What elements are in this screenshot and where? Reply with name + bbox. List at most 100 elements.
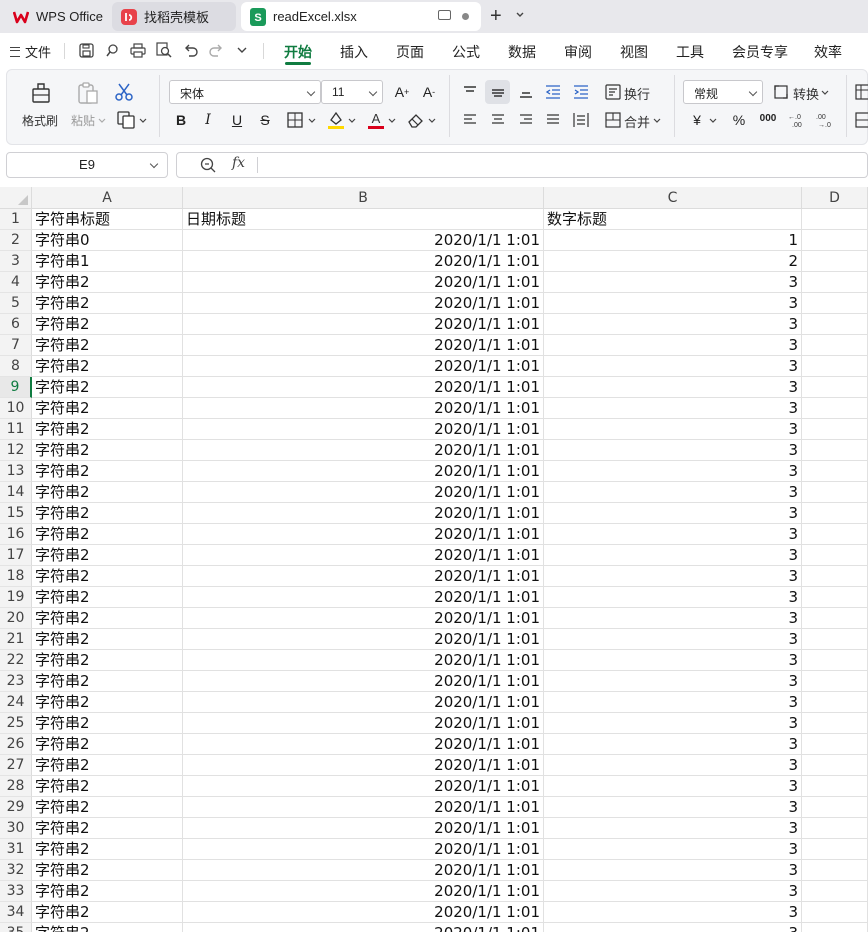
cell-a[interactable]: 字符串2: [32, 860, 183, 881]
insert-function-icon[interactable]: fx: [232, 155, 245, 171]
cell-b[interactable]: 2020/1/1 1:01: [183, 377, 544, 398]
save-icon[interactable]: [77, 41, 95, 59]
percent-button[interactable]: %: [730, 110, 748, 130]
cell-a[interactable]: 字符串2: [32, 734, 183, 755]
cell-d[interactable]: [802, 440, 868, 461]
decrease-indent-icon[interactable]: [543, 82, 563, 102]
decrease-decimal-icon[interactable]: .00 →.0: [813, 110, 835, 130]
row-header[interactable]: 22: [0, 650, 32, 671]
cell-d[interactable]: [802, 881, 868, 902]
cell-c[interactable]: 3: [544, 692, 802, 713]
cell-b[interactable]: 2020/1/1 1:01: [183, 902, 544, 923]
convert-label[interactable]: 转换: [793, 84, 819, 103]
cell-c[interactable]: 3: [544, 566, 802, 587]
wrap-text-label[interactable]: 换行: [624, 84, 650, 103]
cell-d[interactable]: [802, 587, 868, 608]
file-menu[interactable]: 文件: [10, 42, 51, 61]
tab-readexcel[interactable]: S readExcel.xlsx: [241, 2, 481, 31]
align-middle-icon[interactable]: [485, 80, 510, 104]
cell-c[interactable]: 数字标题: [544, 209, 802, 230]
row-header[interactable]: 7: [0, 335, 32, 356]
increase-indent-icon[interactable]: [571, 82, 591, 102]
cell-a[interactable]: 字符串2: [32, 839, 183, 860]
decrease-font-icon[interactable]: A-: [419, 82, 439, 102]
currency-button[interactable]: ¥: [689, 110, 705, 130]
cell-b[interactable]: 2020/1/1 1:01: [183, 314, 544, 335]
cell-c[interactable]: 3: [544, 755, 802, 776]
row-header[interactable]: 6: [0, 314, 32, 335]
cell-a[interactable]: 字符串标题: [32, 209, 183, 230]
distributed-align-icon[interactable]: [571, 110, 591, 130]
cell-d[interactable]: [802, 629, 868, 650]
cell-c[interactable]: 3: [544, 650, 802, 671]
increase-font-icon[interactable]: A +: [392, 82, 412, 102]
cell-c[interactable]: 3: [544, 482, 802, 503]
cell-c[interactable]: 3: [544, 293, 802, 314]
tab-list-chevron-icon[interactable]: [515, 10, 525, 20]
cell-a[interactable]: 字符串2: [32, 755, 183, 776]
paste-chevron-icon[interactable]: [98, 118, 106, 124]
cell-b[interactable]: 2020/1/1 1:01: [183, 629, 544, 650]
cell-b[interactable]: 2020/1/1 1:01: [183, 692, 544, 713]
tab-home[interactable]: 开始: [284, 42, 312, 62]
cell-b[interactable]: 2020/1/1 1:01: [183, 734, 544, 755]
cell-b[interactable]: 2020/1/1 1:01: [183, 419, 544, 440]
tab-member[interactable]: 会员专享: [732, 42, 788, 62]
cell-d[interactable]: [802, 608, 868, 629]
cell-c[interactable]: 3: [544, 314, 802, 335]
cell-a[interactable]: 字符串2: [32, 524, 183, 545]
cell-d[interactable]: [802, 482, 868, 503]
underline-button[interactable]: U: [228, 110, 246, 130]
name-box[interactable]: E9: [6, 152, 168, 178]
cell-a[interactable]: 字符串2: [32, 776, 183, 797]
cell-a[interactable]: 字符串2: [32, 902, 183, 923]
cell-b[interactable]: 2020/1/1 1:01: [183, 293, 544, 314]
justify-icon[interactable]: [543, 110, 563, 130]
italic-button[interactable]: I: [199, 110, 217, 130]
cell-a[interactable]: 字符串2: [32, 566, 183, 587]
cell-d[interactable]: [802, 377, 868, 398]
row-header[interactable]: 15: [0, 503, 32, 524]
cell-c[interactable]: 3: [544, 608, 802, 629]
redo-icon[interactable]: [207, 41, 225, 59]
row-header[interactable]: 17: [0, 545, 32, 566]
cell-c[interactable]: 3: [544, 545, 802, 566]
number-format-select[interactable]: 常规: [683, 80, 763, 104]
bold-button[interactable]: B: [172, 110, 190, 130]
cell-c[interactable]: 3: [544, 902, 802, 923]
row-header[interactable]: 14: [0, 482, 32, 503]
paste-icon[interactable]: [75, 80, 101, 106]
row-header[interactable]: 16: [0, 524, 32, 545]
row-header[interactable]: 5: [0, 293, 32, 314]
cell-b[interactable]: 2020/1/1 1:01: [183, 608, 544, 629]
cell-c[interactable]: 3: [544, 923, 802, 932]
cell-b[interactable]: 2020/1/1 1:01: [183, 776, 544, 797]
font-name-select[interactable]: 宋体: [169, 80, 321, 104]
merge-label[interactable]: 合并: [624, 112, 650, 131]
cell-b[interactable]: 2020/1/1 1:01: [183, 566, 544, 587]
clear-format-eraser-icon[interactable]: [406, 110, 426, 130]
cell-d[interactable]: [802, 419, 868, 440]
cell-b[interactable]: 2020/1/1 1:01: [183, 335, 544, 356]
row-header[interactable]: 11: [0, 419, 32, 440]
row-header[interactable]: 26: [0, 734, 32, 755]
cell-d[interactable]: [802, 566, 868, 587]
row-header[interactable]: 3: [0, 251, 32, 272]
row-header[interactable]: 28: [0, 776, 32, 797]
row-header[interactable]: 35: [0, 923, 32, 932]
cell-a[interactable]: 字符串2: [32, 818, 183, 839]
column-header-c[interactable]: C: [544, 187, 802, 209]
cell-b[interactable]: 2020/1/1 1:01: [183, 482, 544, 503]
column-header-b[interactable]: B: [183, 187, 544, 209]
cell-a[interactable]: 字符串2: [32, 356, 183, 377]
cell-d[interactable]: [802, 293, 868, 314]
row-header[interactable]: 13: [0, 461, 32, 482]
row-header[interactable]: 24: [0, 692, 32, 713]
cut-scissors-icon[interactable]: [112, 80, 136, 104]
cell-b[interactable]: 2020/1/1 1:01: [183, 860, 544, 881]
cell-a[interactable]: 字符串1: [32, 251, 183, 272]
cell-d[interactable]: [802, 503, 868, 524]
row-header[interactable]: 31: [0, 839, 32, 860]
print-preview-icon[interactable]: [155, 41, 173, 59]
cell-d[interactable]: [802, 755, 868, 776]
